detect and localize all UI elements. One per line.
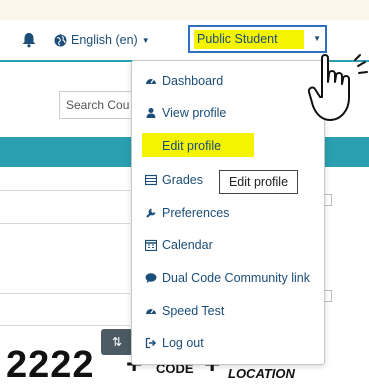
menu-item-label: Grades xyxy=(162,173,203,187)
menu-item-label: View profile xyxy=(162,106,227,120)
menu-item-label: Calendar xyxy=(162,238,213,252)
menu-item-speed-test[interactable]: Speed Test xyxy=(145,301,224,321)
menu-item-log-out[interactable]: Log out xyxy=(145,333,204,353)
menu-item-view-profile[interactable]: View profile xyxy=(145,103,226,123)
calendar-icon xyxy=(145,239,157,251)
menu-item-label: Speed Test xyxy=(162,304,225,318)
top-strip xyxy=(0,0,369,20)
divider xyxy=(0,190,130,191)
hand-pointer-icon xyxy=(308,54,368,121)
globe-icon xyxy=(54,34,67,46)
menu-item-edit-profile[interactable]: Edit profile xyxy=(142,133,254,157)
language-menu[interactable]: English (en) ▼ xyxy=(54,32,150,48)
menu-item-community-link[interactable]: Dual Code Community link xyxy=(145,268,310,288)
bell-icon[interactable] xyxy=(20,32,38,48)
divider xyxy=(0,293,130,294)
menu-item-calendar[interactable]: Calendar xyxy=(145,235,213,255)
dashboard-icon xyxy=(146,79,156,84)
menu-item-label: Preferences xyxy=(162,206,230,220)
tooltip: Edit profile xyxy=(219,170,298,194)
user-menu-button[interactable]: Public Student ▼ xyxy=(188,25,327,53)
content-panel xyxy=(0,175,130,330)
location-label: LOCATION xyxy=(228,366,295,381)
search-input[interactable]: Search Cou xyxy=(59,91,139,119)
grades-table-icon xyxy=(145,174,157,186)
menu-item-label: Edit profile xyxy=(162,139,222,153)
chat-icon xyxy=(145,273,157,283)
wrench-icon xyxy=(146,208,156,218)
logout-icon xyxy=(145,337,157,349)
user-icon xyxy=(146,108,156,118)
menu-item-label: Log out xyxy=(162,336,204,350)
user-dropdown-menu: Dashboard View profile Edit profile Grad… xyxy=(131,60,325,365)
language-label: English (en) xyxy=(71,33,138,47)
chevron-down-icon: ▼ xyxy=(313,34,321,43)
menu-item-label: Dashboard xyxy=(162,74,224,88)
dashboard-icon xyxy=(146,309,156,314)
menu-item-dashboard[interactable]: Dashboard xyxy=(145,71,223,91)
divider xyxy=(0,325,130,326)
divider xyxy=(0,223,130,224)
code-number: 2222 xyxy=(6,344,95,386)
user-name: Public Student xyxy=(197,32,278,46)
chevron-down-icon: ▼ xyxy=(141,35,150,45)
menu-item-preferences[interactable]: Preferences xyxy=(145,203,229,223)
menu-item-label: Dual Code Community link xyxy=(162,271,310,285)
menu-item-grades[interactable]: Grades xyxy=(145,170,203,190)
